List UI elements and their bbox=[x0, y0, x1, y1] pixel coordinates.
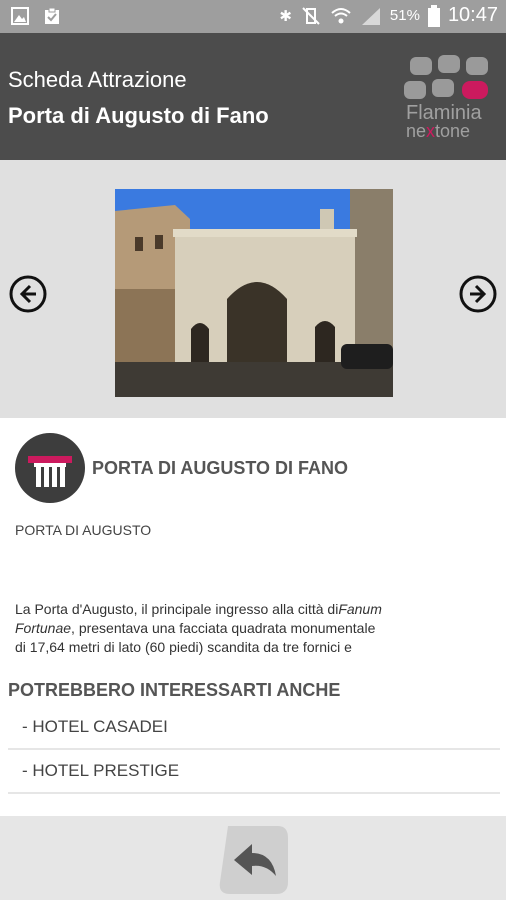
related-heading: POTREBBERO INTERESSARTI ANCHE bbox=[8, 680, 341, 700]
arrow-left-circle-icon[interactable] bbox=[8, 274, 48, 314]
app-bar: Scheda Attrazione Porta di Augusto di Fa… bbox=[0, 33, 506, 160]
bluetooth-icon: ✱ bbox=[279, 7, 292, 25]
description-italic: Fanum bbox=[338, 601, 382, 617]
svg-text:nextone: nextone bbox=[406, 121, 470, 141]
attraction-description: La Porta d'Augusto, il principale ingres… bbox=[15, 600, 485, 657]
page-subtitle: Scheda Attrazione bbox=[8, 67, 187, 92]
clipboard-check-icon bbox=[45, 7, 59, 24]
signal-icon bbox=[361, 7, 380, 25]
vibrate-mute-icon bbox=[302, 6, 320, 25]
image-icon bbox=[11, 7, 29, 25]
arrow-right-circle-icon[interactable] bbox=[458, 274, 498, 314]
description-text: di 17,64 metri di lato (60 piedi) scandi… bbox=[15, 639, 352, 655]
flaminia-nextone-logo: Flaminia nextone bbox=[404, 55, 488, 141]
page-title: Porta di Augusto di Fano bbox=[8, 103, 269, 128]
bottom-bar bbox=[0, 816, 506, 900]
wifi-icon bbox=[331, 7, 351, 23]
notification-icons bbox=[10, 6, 62, 26]
attraction-type: PORTA DI AUGUSTO bbox=[15, 522, 152, 538]
attraction-details: PORTA DI AUGUSTO DI FANO PORTA DI AUGUST… bbox=[0, 418, 506, 816]
attraction-name: PORTA DI AUGUSTO DI FANO bbox=[92, 458, 349, 478]
related-item-hotel-casadei[interactable]: - HOTEL CASADEI bbox=[8, 706, 500, 750]
attraction-photo[interactable] bbox=[115, 189, 393, 397]
battery-percent: 51% bbox=[389, 7, 420, 24]
clock: 10:47 bbox=[447, 4, 498, 26]
description-italic: Fortunae bbox=[15, 620, 72, 636]
status-bar: ✱ 51% 10:47 bbox=[0, 0, 506, 33]
description-text: La Porta d'Augusto, il principale ingres… bbox=[15, 601, 339, 617]
column-monument-icon bbox=[15, 433, 85, 503]
battery-icon bbox=[427, 4, 440, 27]
image-carousel[interactable] bbox=[0, 160, 506, 418]
related-list: - HOTEL CASADEI - HOTEL PRESTIGE bbox=[8, 706, 500, 794]
system-icons: ✱ 51% 10:47 bbox=[279, 4, 498, 27]
related-item-hotel-prestige[interactable]: - HOTEL PRESTIGE bbox=[8, 750, 500, 794]
reply-back-icon[interactable] bbox=[214, 822, 292, 896]
description-text: , presentava una facciata quadrata monum… bbox=[71, 620, 376, 636]
